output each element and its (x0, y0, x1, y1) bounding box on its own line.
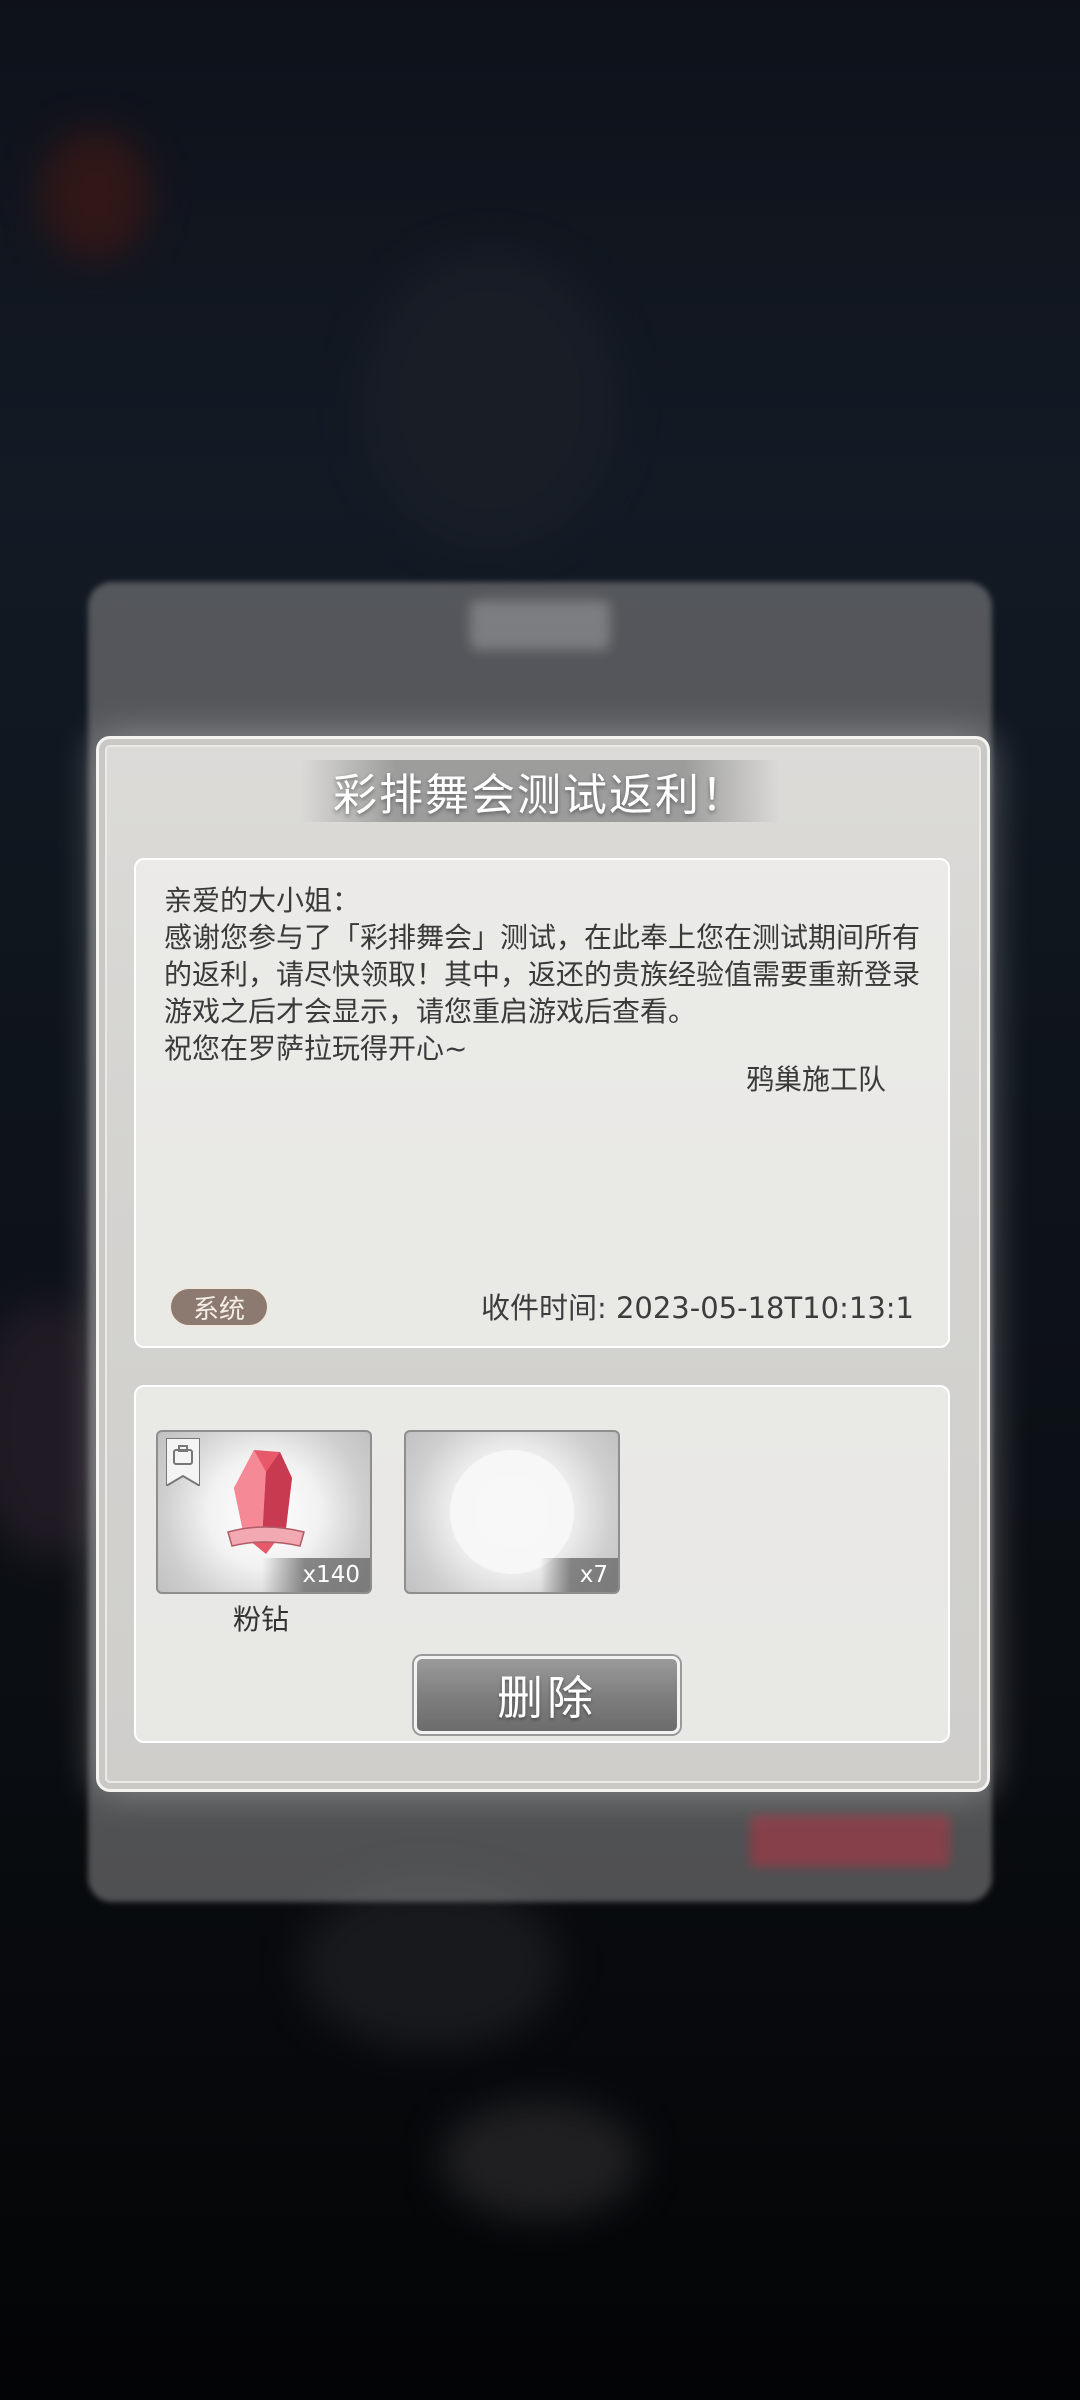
mail-message: 感谢您参与了「彩排舞会」测试，在此奉上您在测试期间所有的返利，请尽快领取！其中，… (164, 921, 921, 1028)
mail-type-tag: 系统 (169, 1287, 269, 1327)
dialog-title: 彩排舞会测试返利！ (300, 760, 780, 822)
attachment-name: 粉钻 (233, 1603, 290, 1636)
background-mail-window-title (470, 600, 610, 650)
mail-signature: 鸦巢施工队 (745, 1063, 886, 1096)
mail-greeting: 亲爱的大小姐： (164, 884, 361, 917)
received-time: 收件时间: 2023-05-18T10:13:1 (480, 1291, 914, 1325)
delete-button[interactable]: 删除 (414, 1656, 680, 1734)
attachment-item-pink-diamond[interactable]: x140 (156, 1430, 372, 1594)
mail-body: 亲爱的大小姐： 感谢您参与了「彩排舞会」测试，在此奉上您在测试期间所有的返利，请尽… (164, 882, 924, 1067)
attachment-count: x140 (262, 1558, 370, 1592)
attachment-item-blank[interactable]: x7 (404, 1430, 620, 1594)
background-red-button (750, 1815, 950, 1867)
attachment-count: x7 (539, 1558, 618, 1592)
